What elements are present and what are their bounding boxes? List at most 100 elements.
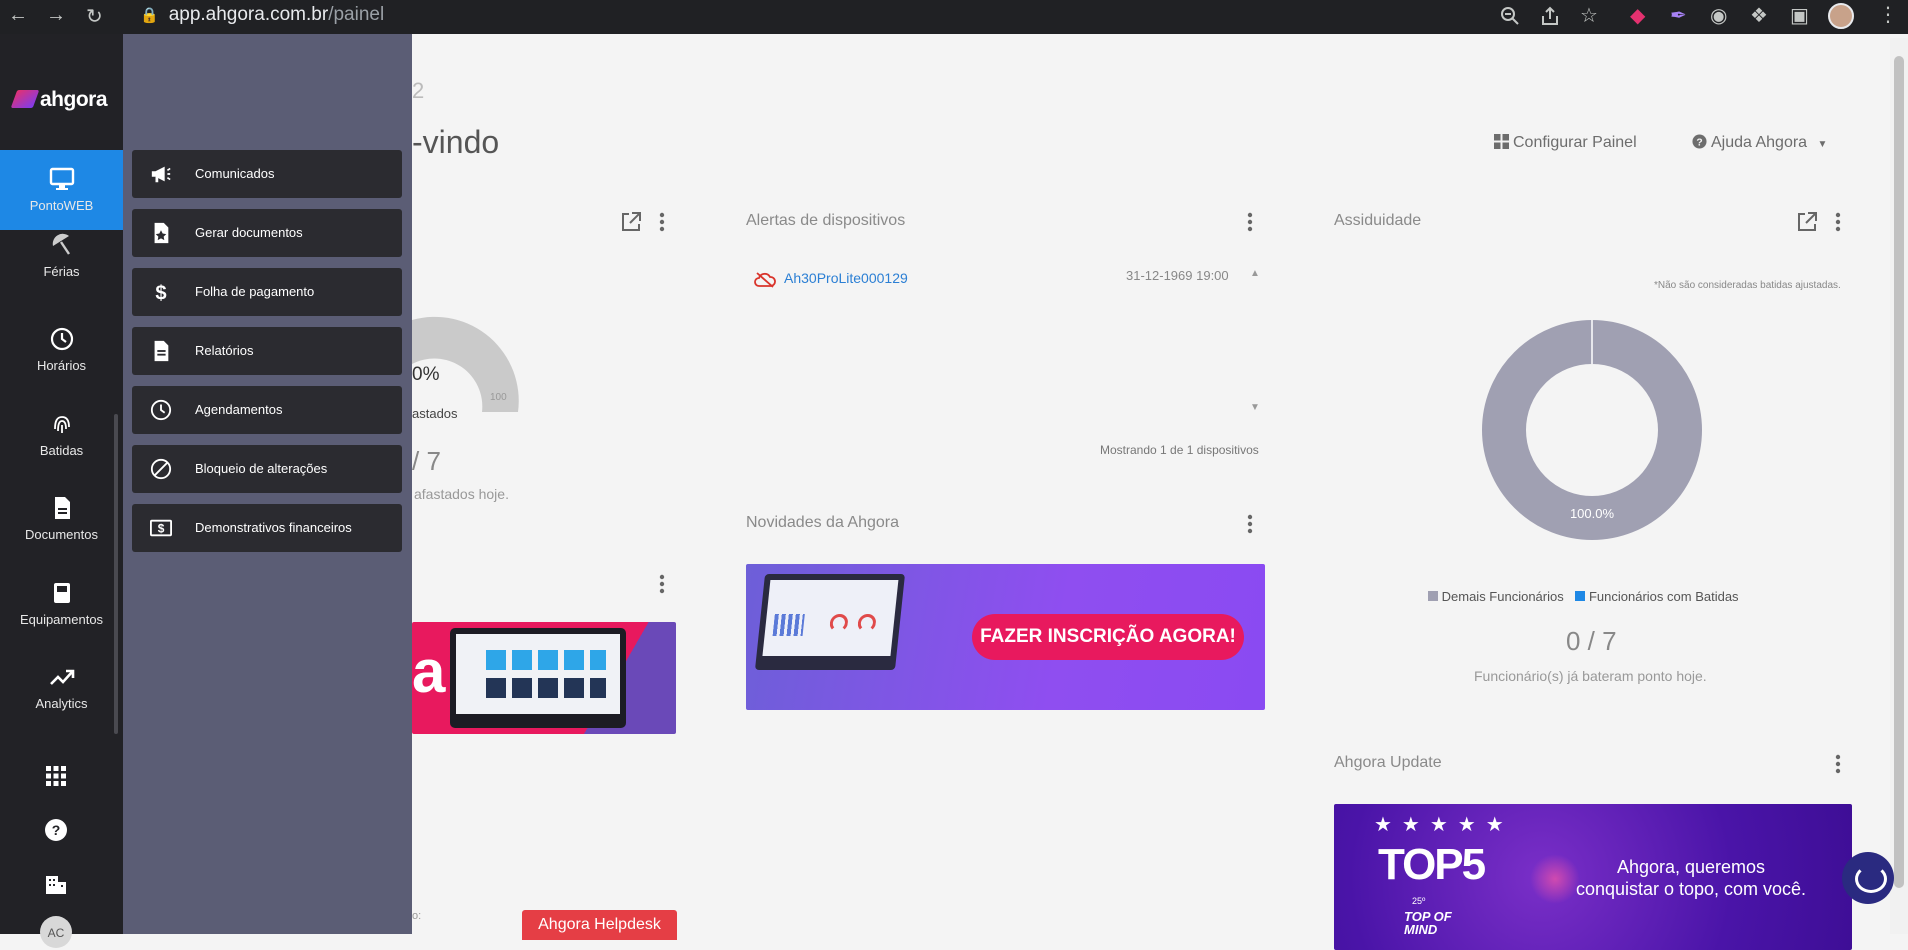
sidepanel-icon[interactable]: ▣ bbox=[1790, 3, 1809, 28]
clock-icon bbox=[150, 399, 172, 421]
help-icon[interactable]: ? bbox=[44, 818, 68, 842]
trend-icon bbox=[49, 669, 74, 685]
rail-item-pontoweb[interactable]: PontoWEB bbox=[0, 150, 123, 230]
help-ahgora-dropdown[interactable]: ? Ajuda Ahgora ▼ bbox=[1692, 134, 1827, 152]
chat-support-button[interactable] bbox=[1842, 852, 1894, 904]
update-card-title: Ahgora Update bbox=[1334, 754, 1442, 771]
block-icon bbox=[150, 458, 172, 480]
rail-item-ferias[interactable]: Férias bbox=[0, 230, 123, 300]
extensions-puzzle-icon[interactable]: ❖ bbox=[1750, 3, 1768, 28]
rail-item-analytics[interactable]: Analytics bbox=[0, 648, 123, 728]
extension-feather-icon[interactable]: ✒ bbox=[1670, 3, 1687, 28]
rail-item-batidas[interactable]: Batidas bbox=[0, 395, 123, 475]
top5-text: TOP5 bbox=[1378, 840, 1486, 889]
extension-circle-icon[interactable]: ◉ bbox=[1710, 3, 1727, 28]
configure-panel-button[interactable]: Configurar Painel bbox=[1494, 134, 1637, 152]
submenu-item-demonstrativos-financeiros[interactable]: $ Demonstrativos financeiros bbox=[132, 504, 402, 552]
submenu-item-folha-de-pagamento[interactable]: $ Folha de pagamento bbox=[132, 268, 402, 316]
rail-item-equipamentos[interactable]: Equipamentos bbox=[0, 564, 123, 644]
top-of-mind-banner[interactable]: ★★★★★ TOP5 25º TOP OF MIND Ahgora, quere… bbox=[1334, 804, 1852, 950]
alerts-card-title: Alertas de dispositivos bbox=[746, 212, 906, 229]
device-name-link[interactable]: Ah30ProLite000129 bbox=[784, 270, 908, 286]
submenu-item-relatorios[interactable]: Relatórios bbox=[132, 327, 402, 375]
svg-text:?: ? bbox=[1696, 137, 1702, 148]
megaphone-icon bbox=[151, 166, 171, 183]
scroll-up-icon[interactable]: ▲ bbox=[1250, 268, 1260, 279]
news-card-title: Novidades da Ahgora bbox=[746, 514, 899, 531]
beach-umbrella-icon bbox=[52, 233, 70, 255]
rail-item-documentos[interactable]: Documentos bbox=[0, 479, 123, 559]
external-link-icon[interactable] bbox=[620, 211, 642, 233]
helpdesk-button[interactable]: Ahgora Helpdesk bbox=[522, 910, 677, 940]
rail-item-horarios[interactable]: Horários bbox=[0, 310, 123, 390]
rail-item-label: Documentos bbox=[25, 527, 98, 542]
rail-item-label: Horários bbox=[36, 358, 87, 373]
dollar-icon: $ bbox=[155, 282, 166, 303]
submenu-item-label: Comunicados bbox=[195, 166, 275, 181]
document-star-icon bbox=[154, 222, 169, 244]
submenu-item-label: Gerar documentos bbox=[195, 225, 303, 240]
laptop-illustration bbox=[450, 628, 626, 728]
rail-item-label: Férias bbox=[43, 264, 80, 279]
gauge-max-label: 100 bbox=[490, 392, 507, 403]
left-promo-banner[interactable]: a bbox=[412, 622, 676, 734]
bookmark-star-icon[interactable]: ☆ bbox=[1580, 3, 1598, 28]
browser-menu-icon[interactable]: ⋮ bbox=[1878, 2, 1898, 27]
gauge-legend: astados bbox=[412, 406, 458, 421]
report-icon bbox=[154, 340, 169, 362]
gauge-value: 0% bbox=[412, 364, 440, 385]
grid-icon bbox=[1494, 134, 1509, 149]
kebab-menu-icon[interactable] bbox=[1247, 514, 1253, 534]
attendance-count: 0 / 7 bbox=[1566, 626, 1617, 656]
page-scrollbar[interactable] bbox=[1890, 38, 1908, 934]
submenu-item-label: Bloqueio de alterações bbox=[195, 461, 328, 476]
svg-text:?: ? bbox=[52, 822, 61, 838]
kebab-menu-icon[interactable] bbox=[1835, 212, 1841, 232]
rail-scrollbar[interactable] bbox=[114, 414, 118, 734]
kebab-menu-icon[interactable] bbox=[1835, 754, 1841, 774]
submenu-item-agendamentos[interactable]: Agendamentos bbox=[132, 386, 402, 434]
absence-gauge bbox=[412, 316, 519, 412]
extension-ahgora-icon[interactable]: ◆ bbox=[1630, 3, 1645, 28]
back-icon[interactable]: ← bbox=[8, 4, 28, 27]
money-statement-icon: $ bbox=[150, 519, 172, 537]
profile-avatar[interactable] bbox=[1828, 3, 1854, 29]
kebab-menu-icon[interactable] bbox=[659, 574, 665, 594]
submenu-item-comunicados[interactable]: Comunicados bbox=[132, 150, 402, 198]
monitor-icon bbox=[49, 167, 74, 190]
scroll-down-icon[interactable]: ▼ bbox=[1250, 402, 1260, 413]
url-domain: app.ahgora.com.br bbox=[168, 4, 329, 25]
forward-icon[interactable]: → bbox=[46, 4, 66, 27]
external-link-icon[interactable] bbox=[1796, 211, 1818, 233]
share-icon[interactable] bbox=[1540, 6, 1560, 26]
banner-letter: a bbox=[412, 638, 446, 705]
clock-icon bbox=[50, 327, 73, 351]
building-icon[interactable] bbox=[44, 872, 68, 896]
address-bar[interactable]: 🔒 app.ahgora.com.br/painel bbox=[140, 4, 384, 26]
ahgora-logo[interactable]: ahgora bbox=[10, 88, 108, 112]
attendance-caption: Funcionário(s) já bateram ponto hoje. bbox=[1474, 668, 1707, 684]
legend-item-com-batidas[interactable]: Funcionários com Batidas bbox=[1575, 589, 1739, 604]
cloud-off-icon bbox=[754, 272, 776, 288]
legend-item-demais[interactable]: Demais Funcionários bbox=[1428, 589, 1564, 604]
signup-cta-button[interactable]: FAZER INSCRIÇÃO AGORA! bbox=[972, 614, 1244, 660]
svg-text:$: $ bbox=[155, 282, 166, 303]
update-message: Ahgora, queremos conquistar o topo, com … bbox=[1575, 857, 1807, 899]
zoom-icon[interactable] bbox=[1500, 6, 1520, 26]
kebab-menu-icon[interactable] bbox=[659, 212, 665, 232]
apps-grid-icon[interactable] bbox=[44, 764, 68, 788]
top-of-mind-badge: TOP OF MIND bbox=[1404, 909, 1452, 937]
footer-label: o: bbox=[412, 910, 422, 922]
user-avatar[interactable]: AC bbox=[40, 916, 72, 948]
submenu-item-gerar-documentos[interactable]: Gerar documentos bbox=[132, 209, 402, 257]
news-promo-banner[interactable]: FAZER INSCRIÇÃO AGORA! bbox=[746, 564, 1265, 710]
caret-down-icon: ▼ bbox=[1817, 139, 1828, 150]
reload-icon[interactable]: ↻ bbox=[86, 4, 103, 29]
rail-item-label: Equipamentos bbox=[19, 612, 104, 627]
submenu-item-bloqueio-de-alteracoes[interactable]: Bloqueio de alterações bbox=[132, 445, 402, 493]
question-circle-icon: ? bbox=[1692, 134, 1707, 149]
donut-segment-demais bbox=[1482, 320, 1702, 540]
page-scrollbar-thumb[interactable] bbox=[1894, 56, 1904, 888]
kebab-menu-icon[interactable] bbox=[1247, 212, 1253, 232]
device-icon bbox=[53, 583, 70, 603]
